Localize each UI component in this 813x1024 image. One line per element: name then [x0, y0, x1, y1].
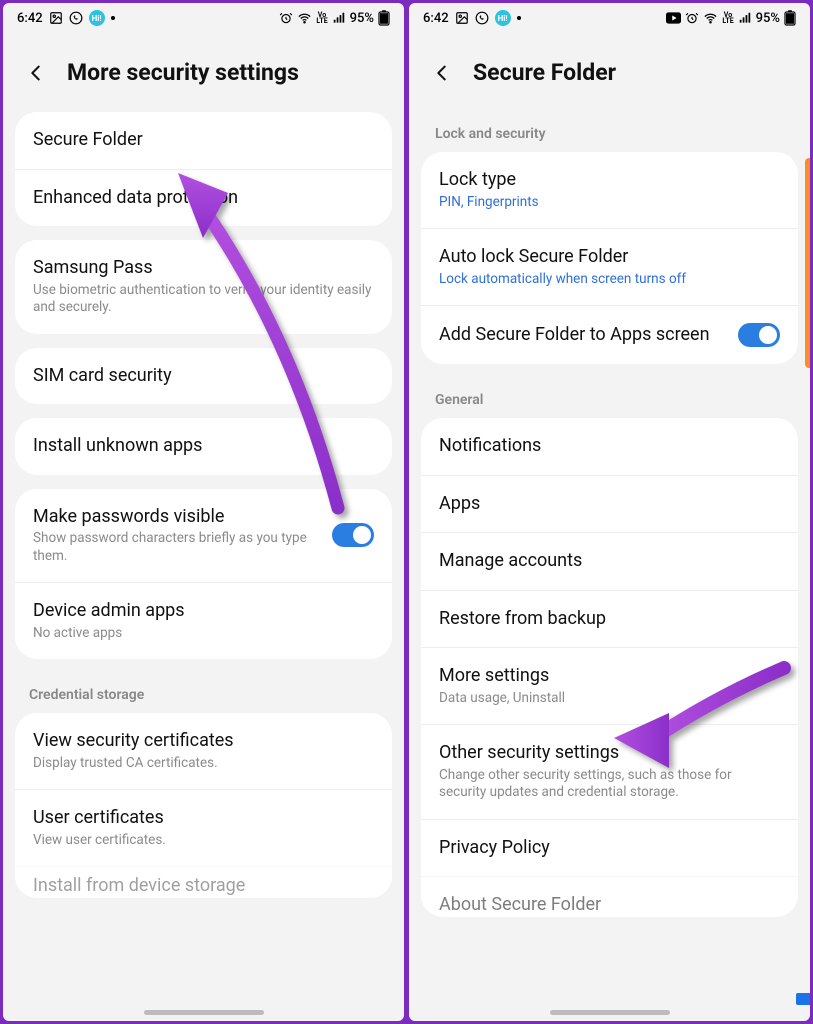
whatsapp-icon [69, 11, 83, 25]
status-bar: 6:42 Hi! VoLTE 95% [409, 3, 810, 33]
status-time: 6:42 [17, 11, 43, 26]
page-title: Secure Folder [473, 59, 616, 86]
nav-bar[interactable] [550, 1010, 670, 1015]
volte-icon: VoLTE [722, 12, 733, 25]
row-auto-lock[interactable]: Auto lock Secure FolderLock automaticall… [421, 228, 798, 305]
status-time: 6:42 [423, 11, 449, 26]
header: More security settings [3, 33, 404, 112]
chevron-left-icon [431, 62, 453, 84]
hi-badge-icon: Hi! [89, 10, 105, 26]
card: Notifications Apps Manage accounts Resto… [421, 418, 798, 917]
phone-left: 6:42 Hi! VoLTE 95% More security setting… [3, 3, 404, 1021]
nav-bar[interactable] [144, 1010, 264, 1015]
image-icon [455, 11, 469, 25]
row-make-passwords-visible[interactable]: Make passwords visibleShow password char… [15, 489, 392, 583]
row-restore-backup[interactable]: Restore from backup [421, 590, 798, 648]
whatsapp-icon [475, 11, 489, 25]
toggle-add-to-apps[interactable] [738, 323, 780, 347]
card: Secure Folder Enhanced data protection [15, 112, 392, 226]
row-enhanced-data[interactable]: Enhanced data protection [15, 169, 392, 227]
row-view-certificates[interactable]: View security certificatesDisplay truste… [15, 713, 392, 789]
battery-icon [378, 10, 390, 26]
card: Lock typePIN, Fingerprints Auto lock Sec… [421, 152, 798, 364]
battery-icon [784, 10, 796, 26]
dot-icon [517, 16, 521, 20]
phone-right: 6:42 Hi! VoLTE 95% Secure Folder Lock an… [409, 3, 810, 1021]
status-bar: 6:42 Hi! VoLTE 95% [3, 3, 404, 33]
battery-pct: 95% [756, 11, 780, 26]
row-install-from-storage[interactable]: Install from device storage [15, 866, 392, 898]
volte-icon: VoLTE [316, 12, 327, 25]
row-device-admin[interactable]: Device admin appsNo active apps [15, 582, 392, 659]
youtube-icon [666, 12, 681, 24]
battery-pct: 95% [350, 11, 374, 26]
row-lock-type[interactable]: Lock typePIN, Fingerprints [421, 152, 798, 228]
wifi-icon [703, 11, 718, 26]
row-about[interactable]: About Secure Folder [421, 876, 798, 917]
alarm-icon [685, 11, 699, 25]
signal-icon [738, 11, 752, 25]
page-title: More security settings [67, 59, 299, 86]
signal-icon [332, 11, 346, 25]
section-credential-storage: Credential storage [3, 673, 404, 713]
row-secure-folder[interactable]: Secure Folder [15, 112, 392, 169]
card: View security certificatesDisplay truste… [15, 713, 392, 898]
header: Secure Folder [409, 33, 810, 112]
section-lock-security: Lock and security [409, 112, 810, 152]
row-apps[interactable]: Apps [421, 475, 798, 533]
corner-tab-icon [796, 993, 810, 1005]
image-icon [49, 11, 63, 25]
wifi-icon [297, 11, 312, 26]
card: Install unknown apps [15, 418, 392, 475]
section-general: General [409, 378, 810, 418]
row-user-certificates[interactable]: User certificatesView user certificates. [15, 789, 392, 866]
hi-badge-icon: Hi! [495, 10, 511, 26]
dot-icon [111, 16, 115, 20]
back-button[interactable] [429, 60, 455, 86]
row-notifications[interactable]: Notifications [421, 418, 798, 475]
row-samsung-pass[interactable]: Samsung PassUse biometric authentication… [15, 240, 392, 334]
content: Lock and security Lock typePIN, Fingerpr… [409, 112, 810, 1021]
alarm-icon [279, 11, 293, 25]
row-install-unknown[interactable]: Install unknown apps [15, 418, 392, 475]
content: Secure Folder Enhanced data protection S… [3, 112, 404, 1021]
row-manage-accounts[interactable]: Manage accounts [421, 532, 798, 590]
toggle-passwords-visible[interactable] [332, 523, 374, 547]
row-other-security[interactable]: Other security settingsChange other secu… [421, 724, 798, 819]
row-sim-security[interactable]: SIM card security [15, 348, 392, 405]
card: Make passwords visibleShow password char… [15, 489, 392, 660]
chevron-left-icon [25, 62, 47, 84]
card: SIM card security [15, 348, 392, 405]
row-add-to-apps[interactable]: Add Secure Folder to Apps screen [421, 305, 798, 364]
side-tab-icon [805, 158, 810, 368]
card: Samsung PassUse biometric authentication… [15, 240, 392, 334]
back-button[interactable] [23, 60, 49, 86]
row-privacy-policy[interactable]: Privacy Policy [421, 819, 798, 877]
row-more-settings[interactable]: More settingsData usage, Uninstall [421, 647, 798, 724]
